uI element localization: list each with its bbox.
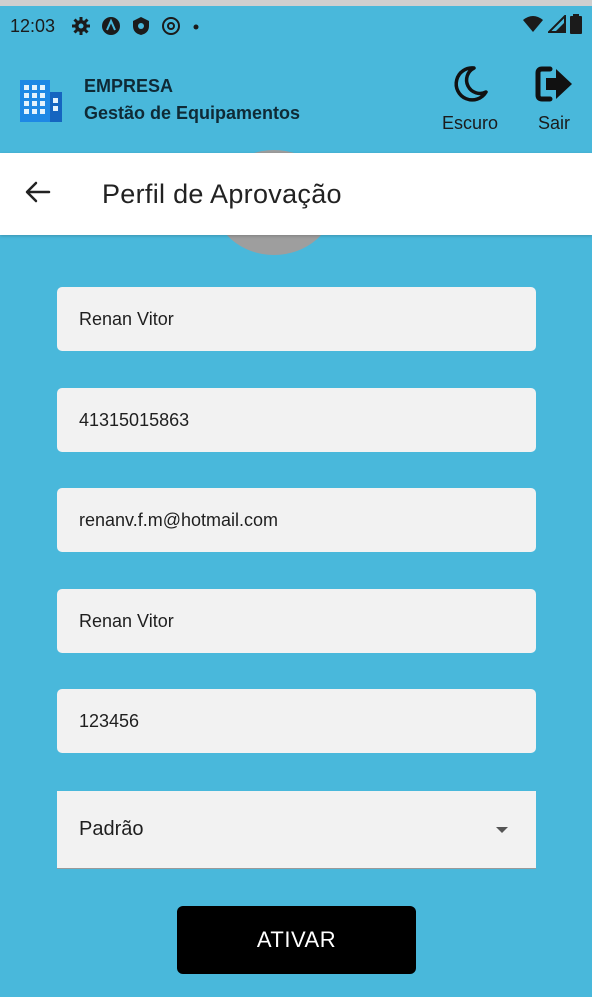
dark-mode-label: Escuro xyxy=(441,113,499,133)
exit-label: Sair xyxy=(537,113,570,133)
email-field[interactable]: renanv.f.m@hotmail.com xyxy=(57,488,536,552)
username-field[interactable]: Renan Vitor xyxy=(57,589,536,653)
page-title: Perfil de Aprovação xyxy=(102,178,342,209)
password-value: 123456 xyxy=(79,710,140,731)
page-header: Perfil de Aprovação xyxy=(0,153,592,235)
activate-button[interactable]: ATIVAR xyxy=(177,906,416,974)
password-field[interactable]: 123456 xyxy=(57,689,536,753)
signal-icon xyxy=(546,13,566,38)
autocomplete-icon xyxy=(101,16,121,36)
name-field[interactable]: Renan Vitor xyxy=(57,287,536,351)
gear-icon xyxy=(71,16,91,36)
profile-select[interactable]: Padrão xyxy=(57,791,536,869)
app-subtitle: Gestão de Equipamentos xyxy=(84,103,301,123)
wifi-icon xyxy=(522,15,544,38)
username-value: Renan Vitor xyxy=(79,610,174,631)
arrow-left-icon xyxy=(25,181,51,208)
building-icon xyxy=(16,76,64,124)
dropdown-arrow-icon xyxy=(496,826,508,833)
name-value: Renan Vitor xyxy=(79,308,174,329)
dot-icon xyxy=(191,16,201,36)
company-name: EMPRESA xyxy=(84,76,174,96)
phone-value: 41315015863 xyxy=(79,409,190,430)
at-icon xyxy=(161,16,181,36)
battery-icon xyxy=(570,13,582,39)
app-bar: EMPRESA Gestão de Equipamentos Escuro Sa… xyxy=(0,46,592,152)
sign-out-icon xyxy=(534,64,574,109)
moon-icon xyxy=(450,64,490,109)
email-value: renanv.f.m@hotmail.com xyxy=(79,509,279,530)
exit-button[interactable]: Sair xyxy=(528,64,580,134)
phone-field[interactable]: 41315015863 xyxy=(57,388,536,452)
status-bar: 12:03 xyxy=(0,6,592,46)
back-button[interactable] xyxy=(20,176,56,212)
status-time: 12:03 xyxy=(10,15,56,36)
shield-icon xyxy=(131,16,151,36)
dark-mode-button[interactable]: Escuro xyxy=(436,64,504,134)
activate-label: ATIVAR xyxy=(256,927,337,952)
profile-select-value: Padrão xyxy=(79,818,144,840)
